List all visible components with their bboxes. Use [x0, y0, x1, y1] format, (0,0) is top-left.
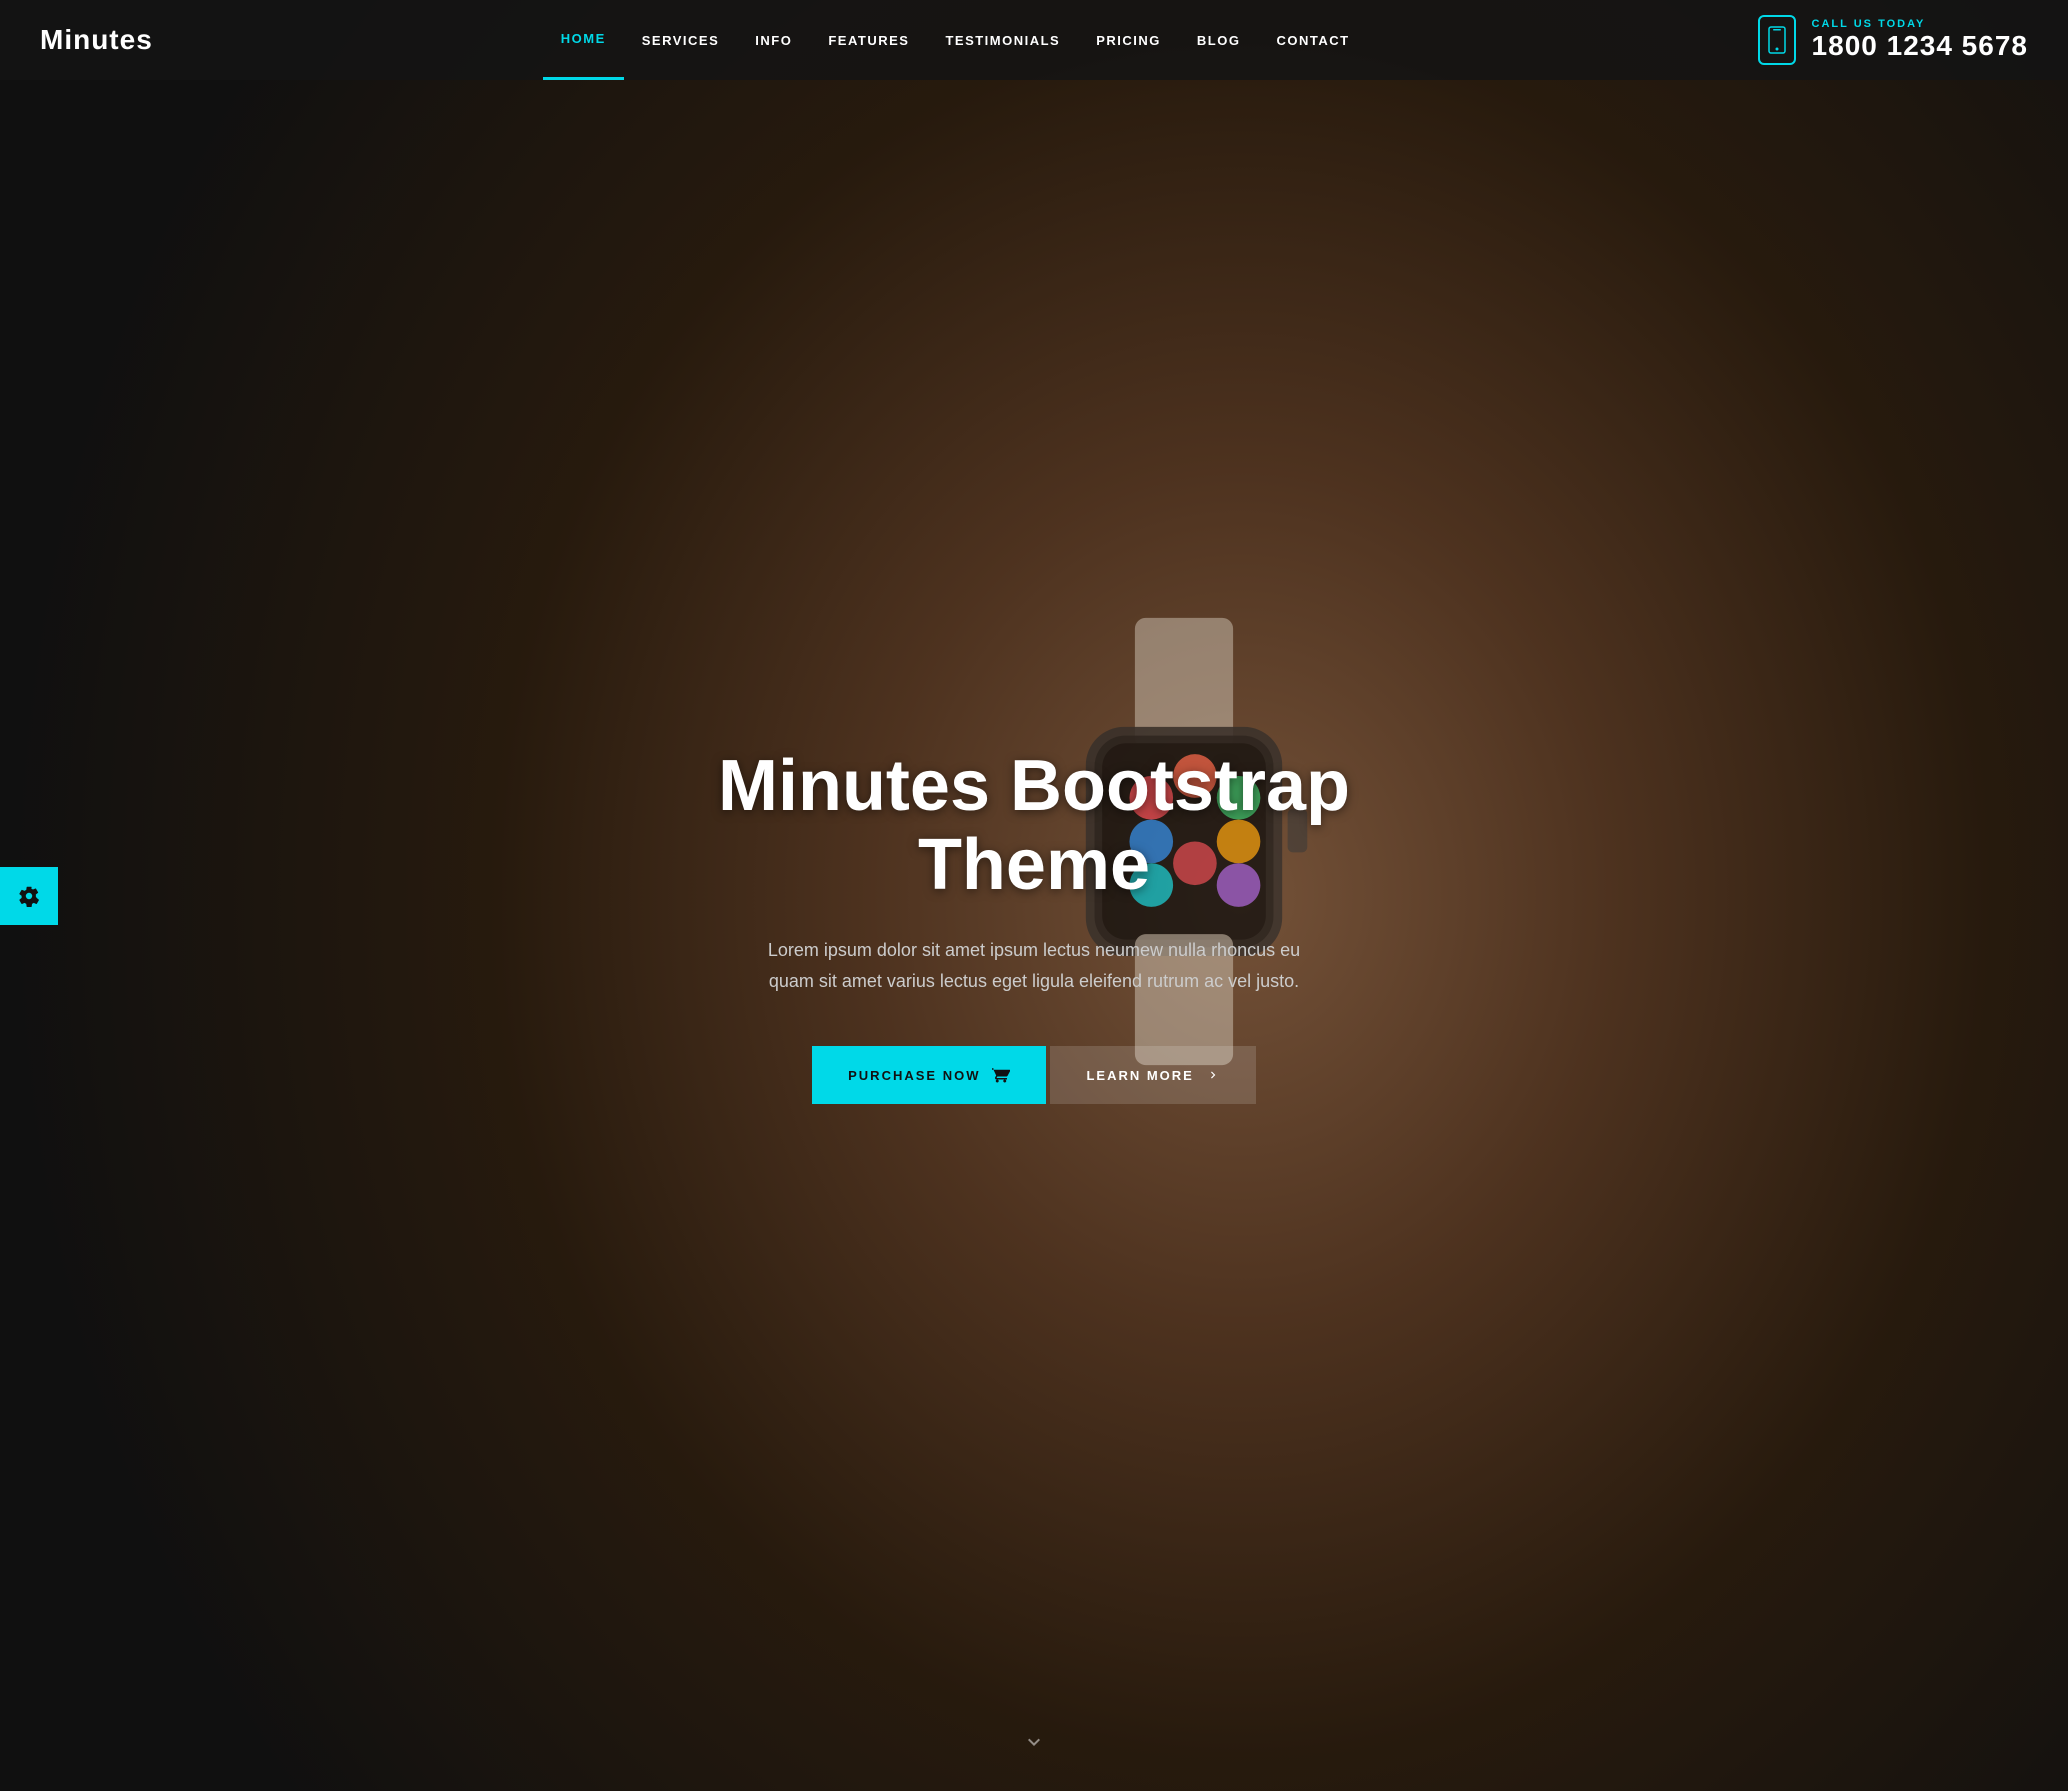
hero-subtitle: Lorem ipsum dolor sit amet ipsum lectus …	[759, 935, 1309, 996]
learn-label: LEARN MORE	[1086, 1068, 1193, 1083]
contact-info: CALL US TODAY 1800 1234 5678	[1812, 18, 2028, 62]
main-nav: HOME SERVICES INFO FEATURES TESTIMONIALS…	[543, 0, 1368, 80]
call-us-label: CALL US TODAY	[1812, 18, 2028, 30]
scroll-down-arrow[interactable]	[1022, 1729, 1046, 1761]
nav-services[interactable]: SERVICES	[624, 0, 738, 80]
hero-buttons: PURCHASE NOW LEARN MORE	[704, 1046, 1364, 1104]
header-contact: CALL US TODAY 1800 1234 5678	[1758, 15, 2028, 65]
cart-icon	[992, 1066, 1010, 1084]
phone-number[interactable]: 1800 1234 5678	[1812, 30, 2028, 62]
settings-button[interactable]	[0, 867, 58, 925]
nav-blog[interactable]: BLOG	[1179, 0, 1259, 80]
purchase-label: PURCHASE NOW	[848, 1068, 980, 1083]
hero-section: Minutes Bootstrap Theme Lorem ipsum dolo…	[0, 0, 2068, 1791]
nav-pricing[interactable]: PRICING	[1078, 0, 1179, 80]
hero-title: Minutes Bootstrap Theme	[704, 747, 1364, 905]
gear-icon	[18, 885, 40, 907]
chevron-right-icon	[1206, 1068, 1220, 1082]
nav-info[interactable]: INFO	[737, 0, 810, 80]
logo[interactable]: Minutes	[40, 24, 153, 56]
nav-features[interactable]: FEATURES	[810, 0, 927, 80]
phone-icon	[1758, 15, 1796, 65]
hero-content: Minutes Bootstrap Theme Lorem ipsum dolo…	[684, 747, 1384, 1105]
learn-more-button[interactable]: LEARN MORE	[1050, 1046, 1255, 1104]
purchase-now-button[interactable]: PURCHASE NOW	[812, 1046, 1046, 1104]
nav-contact[interactable]: CONTACT	[1258, 0, 1367, 80]
nav-testimonials[interactable]: TESTIMONIALS	[927, 0, 1078, 80]
nav-home[interactable]: HOME	[543, 0, 624, 80]
header: Minutes HOME SERVICES INFO FEATURES TEST…	[0, 0, 2068, 80]
